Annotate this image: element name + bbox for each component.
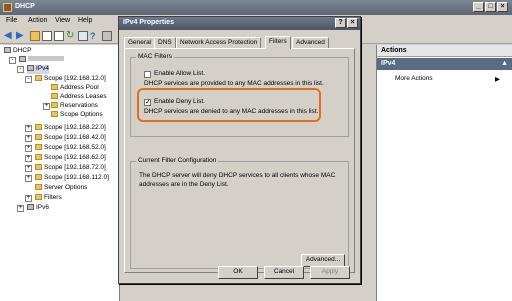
tree-item-ipv4[interactable]: IPv4 [27,65,50,74]
current-filter-config-label: Current Filter Configuration [136,157,219,164]
expand-toggle[interactable]: + [25,135,32,142]
export-list-icon[interactable] [78,31,88,41]
tree-item-filters[interactable]: Filters [35,194,62,203]
tree-item-ipv6[interactable]: IPv6 [27,204,49,213]
menu-help[interactable]: Help [78,17,92,24]
collapse-caret-icon[interactable]: ▲ [501,60,508,67]
actions-header: Actions [377,45,512,57]
tree-item-dhcp[interactable]: DHCP [4,47,31,56]
actions-section-ipv4[interactable]: IPv4 ▲ [377,58,512,70]
tree-item-scope[interactable]: Scope [192.168.42.0] [35,134,106,143]
tree-item-scope-options[interactable]: Scope Options [51,111,103,120]
tree-item-server-options[interactable]: Server Options [35,184,87,193]
expand-toggle[interactable]: + [17,205,24,212]
tree-item-scope[interactable]: Scope [192.168.112.0] [35,174,109,183]
refresh-icon[interactable]: ↻ [66,31,76,41]
menu-file[interactable]: File [6,17,17,24]
expand-toggle[interactable]: + [25,155,32,162]
tree-item-address-pool[interactable]: Address Pool [51,84,99,93]
up-folder-icon[interactable] [30,31,40,41]
back-icon[interactable]: ◀ [4,31,14,41]
menu-action[interactable]: Action [28,17,47,24]
deny-list-highlight-annotation [137,88,321,122]
tab-general[interactable]: General [124,37,156,48]
expand-toggle[interactable]: + [25,125,32,132]
tree-item-reservations[interactable]: Reservations [51,102,98,111]
maximize-button[interactable]: □ [485,2,496,12]
tab-filters[interactable]: Filters [265,36,291,49]
properties-icon[interactable] [54,31,64,41]
collapse-toggle[interactable]: - [9,57,16,64]
apply-button[interactable]: Apply [310,266,350,279]
folder-icon [51,102,58,108]
folder-icon [51,93,58,99]
ok-button[interactable]: OK [218,266,258,279]
folder-icon [35,134,42,140]
expand-toggle[interactable]: + [25,175,32,182]
folder-icon [35,194,42,200]
tab-advanced[interactable]: Advanced [292,37,329,48]
tree-item-server[interactable] [19,56,64,65]
expand-toggle[interactable]: + [25,195,32,202]
server-icon[interactable] [102,31,112,41]
allow-list-checkbox[interactable] [144,71,151,78]
current-filter-config-text: The DHCP server will deny DHCP services … [139,172,336,188]
server-icon [19,56,26,62]
show-hide-tree-icon[interactable] [42,31,52,41]
folder-icon [51,84,58,90]
submenu-arrow-icon: ▶ [495,76,500,83]
allow-list-label: Enable Allow List. [154,70,205,77]
tree-item-scope[interactable]: Scope [192.168.72.0] [35,164,106,173]
folder-icon [35,164,42,170]
folder-icon [35,184,42,190]
more-actions-item[interactable]: More Actions ▶ [395,75,500,83]
menu-view[interactable]: View [55,17,70,24]
dialog-title-bar: IPv4 Properties ? × [119,17,360,30]
collapse-toggle[interactable]: - [17,66,24,73]
expand-toggle[interactable]: + [25,165,32,172]
tree-item-scope[interactable]: Scope [192.168.62.0] [35,154,106,163]
dialog-help-button[interactable]: ? [335,18,346,28]
dhcp-icon [4,47,11,53]
minimize-button[interactable]: _ [473,2,484,12]
console-tree: DHCP - - IPv4 - Scope [192.168.12.0] Add… [0,45,120,301]
tab-dns[interactable]: DNS [154,37,176,48]
tab-network-access-protection[interactable]: Network Access Protection [176,37,262,48]
allow-list-description: DHCP services are provided to any MAC ad… [144,80,324,87]
tree-item-address-leases[interactable]: Address Leases [51,93,107,102]
forward-icon[interactable]: ▶ [16,31,26,41]
ipv6-icon [27,204,34,210]
folder-icon [35,124,42,130]
title-bar: DHCP _ □ × [0,0,512,15]
folder-icon [35,75,42,81]
collapse-toggle[interactable]: - [25,76,32,83]
actions-pane: Actions IPv4 ▲ More Actions ▶ [376,45,512,301]
folder-icon [35,174,42,180]
folder-icon [51,111,58,117]
close-button[interactable]: × [497,2,508,12]
window-title: DHCP [15,3,35,10]
cancel-button[interactable]: Cancel [264,266,304,279]
server-name-redacted [28,56,64,61]
folder-icon [35,154,42,160]
expand-toggle[interactable]: + [43,103,50,110]
expand-toggle[interactable]: + [25,145,32,152]
help-icon[interactable]: ? [90,31,100,41]
folder-icon [35,144,42,150]
tree-item-scope[interactable]: Scope [192.168.52.0] [35,144,106,153]
tree-item-scope-12[interactable]: Scope [192.168.12.0] [35,75,106,84]
ipv4-properties-dialog: IPv4 Properties ? × General DNS Network … [118,16,361,284]
dialog-title: IPv4 Properties [123,19,174,26]
mac-filters-label: MAC Filters [136,53,174,60]
ipv4-icon [27,65,34,71]
dhcp-app-icon [3,3,12,12]
filters-tab-panel: MAC Filters Enable Allow List. DHCP serv… [124,48,355,273]
dialog-close-button[interactable]: × [347,18,358,28]
tree-item-scope[interactable]: Scope [192.168.22.0] [35,124,106,133]
